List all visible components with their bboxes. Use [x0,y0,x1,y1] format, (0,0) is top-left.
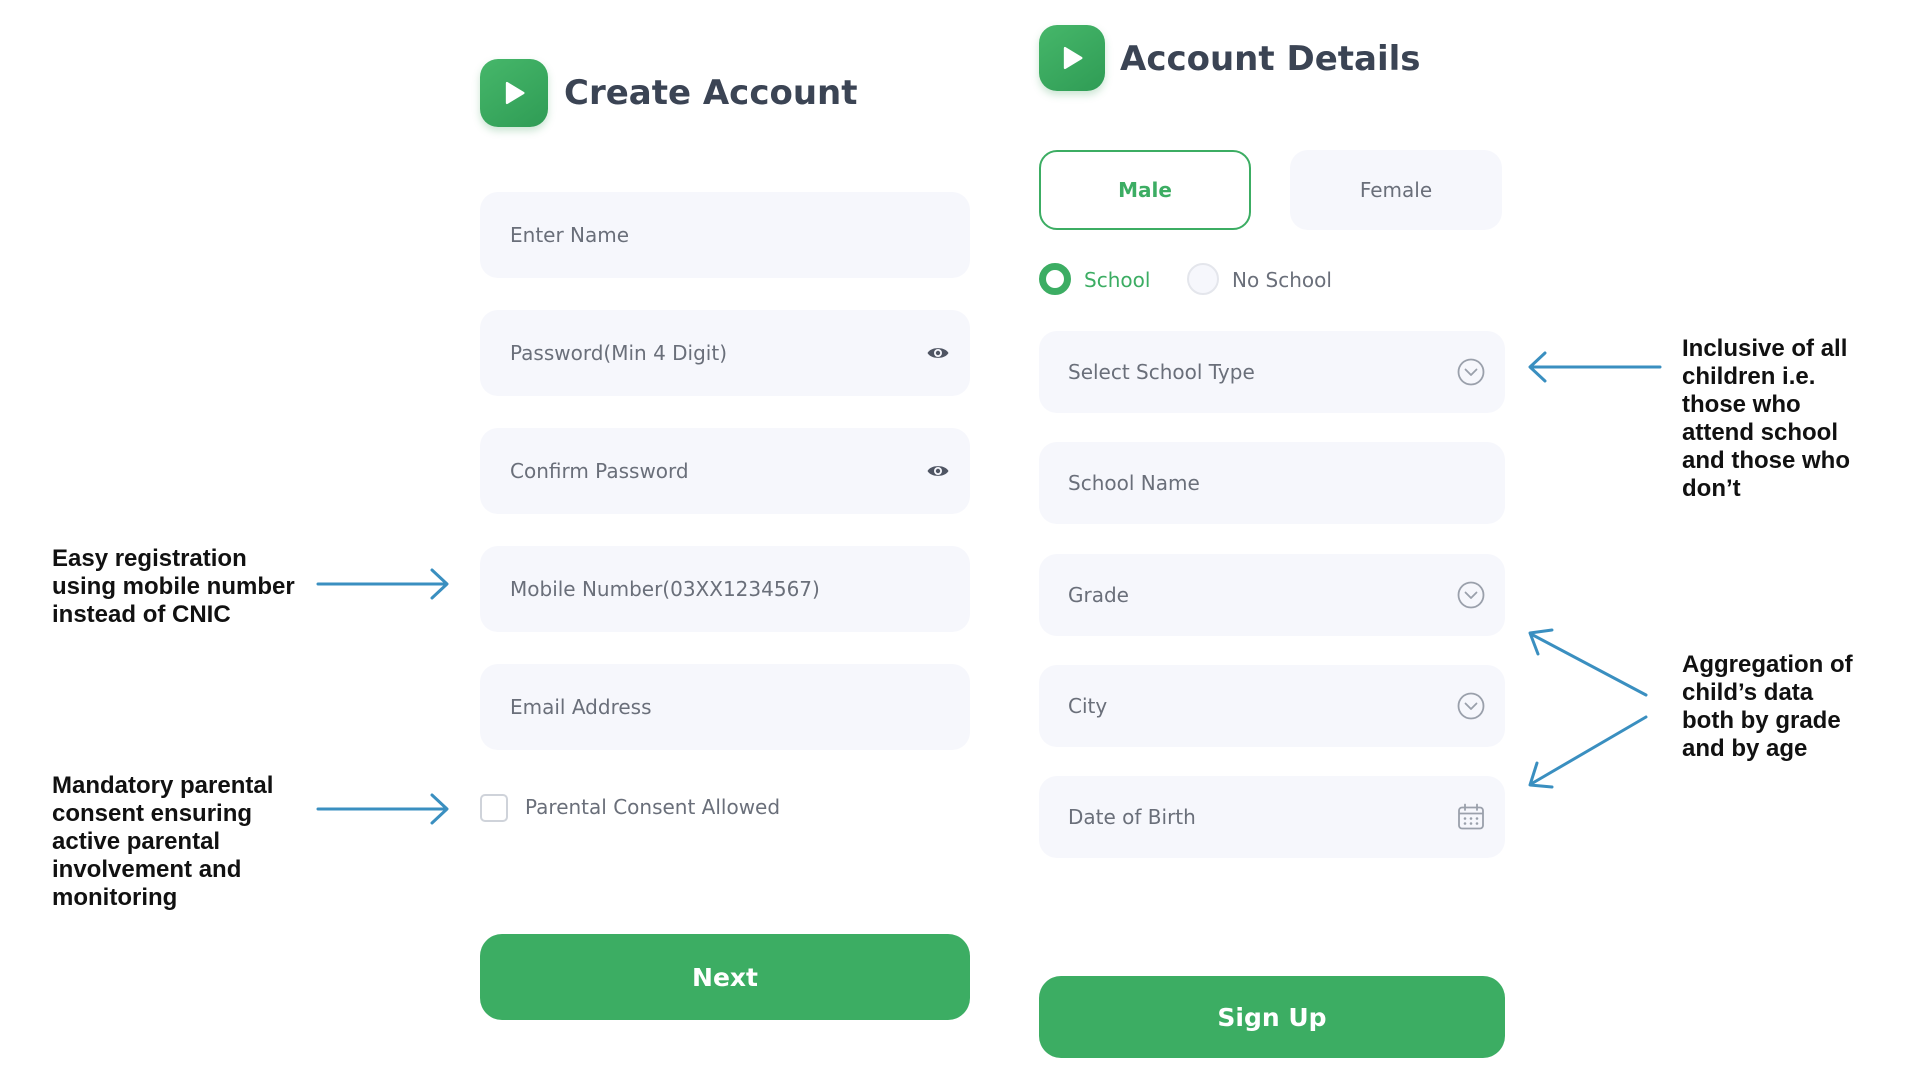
annotation-line: active parental [52,828,221,855]
school-name-placeholder: School Name [1068,471,1200,495]
email-field[interactable]: Email Address [480,664,970,750]
no-school-radio[interactable] [1187,263,1219,295]
eye-icon[interactable] [926,342,950,364]
password-field[interactable]: Password(Min 4 Digit) [480,310,970,396]
confirm-password-placeholder: Confirm Password [510,459,689,483]
password-placeholder: Password(Min 4 Digit) [510,341,728,365]
annotation-line: instead of CNIC [52,601,231,628]
name-placeholder: Enter Name [510,223,630,247]
arrow-left-icon [1528,351,1662,383]
gender-male-button[interactable]: Male [1039,150,1251,230]
name-field[interactable]: Enter Name [480,192,970,278]
annotation-line: and those who [1682,447,1850,474]
annotation-line: children i.e. [1682,363,1816,390]
annotation-inclusive: Inclusive of all children i.e. those who… [1682,335,1850,503]
confirm-password-field[interactable]: Confirm Password [480,428,970,514]
annotation-line: Easy registration [52,545,247,572]
chevron-down-icon [1457,692,1485,720]
annotation-line: don’t [1682,475,1741,502]
date-of-birth-field[interactable]: Date of Birth [1039,776,1505,858]
city-select[interactable]: City [1039,665,1505,747]
annotation-line: and by age [1682,735,1808,762]
no-school-radio-label: No School [1232,268,1332,292]
annotation-line: child’s data [1682,679,1814,706]
annotation-line: consent ensuring [52,800,253,827]
app-logo [480,59,548,127]
annotation-line: Aggregation of [1682,651,1853,678]
annotation-mobile-registration: Easy registration using mobile number in… [52,545,295,629]
next-button[interactable]: Next [480,934,970,1020]
school-radio[interactable] [1039,263,1071,295]
annotation-line: Inclusive of all [1682,335,1848,362]
calendar-icon[interactable] [1455,801,1487,833]
grade-placeholder: Grade [1068,583,1129,607]
school-radio-label: School [1084,268,1151,292]
page-title: Account Details [1120,39,1421,79]
arrow-right-icon [316,793,449,825]
annotation-line: both by grade [1682,707,1841,734]
annotation-line: attend school [1682,419,1839,446]
school-type-placeholder: Select School Type [1068,360,1255,384]
play-icon [1063,46,1083,70]
annotation-arrows [316,351,1662,825]
parental-consent-checkbox[interactable] [480,794,508,822]
gender-female-button[interactable]: Female [1290,150,1502,230]
annotation-line: involvement and [52,856,242,883]
grade-select[interactable]: Grade [1039,554,1505,636]
annotation-parental-consent: Mandatory parental consent ensuring acti… [52,772,273,912]
chevron-down-icon [1457,358,1485,386]
annotation-aggregation: Aggregation of child’s data both by grad… [1682,651,1853,763]
arrow-up-left-icon [1528,628,1648,697]
chevron-down-icon [1457,581,1485,609]
annotation-line: monitoring [52,884,178,911]
app-logo [1039,25,1105,91]
mobile-number-field[interactable]: Mobile Number(03XX1234567) [480,546,970,632]
sign-up-button[interactable]: Sign Up [1039,976,1505,1058]
arrow-right-icon [316,568,449,600]
date-of-birth-placeholder: Date of Birth [1068,805,1196,829]
parental-consent-label: Parental Consent Allowed [525,795,781,819]
play-icon [505,81,525,105]
annotation-line: using mobile number [52,573,295,600]
school-type-select[interactable]: Select School Type [1039,331,1505,413]
annotation-line: Mandatory parental [52,772,274,799]
page-title: Create Account [564,73,858,113]
eye-icon[interactable] [926,460,950,482]
arrow-down-left-icon [1528,715,1648,789]
mobile-number-placeholder: Mobile Number(03XX1234567) [510,577,820,601]
school-name-field[interactable]: School Name [1039,442,1505,524]
annotation-line: those who [1682,391,1801,418]
email-placeholder: Email Address [510,695,652,719]
city-placeholder: City [1068,694,1108,718]
